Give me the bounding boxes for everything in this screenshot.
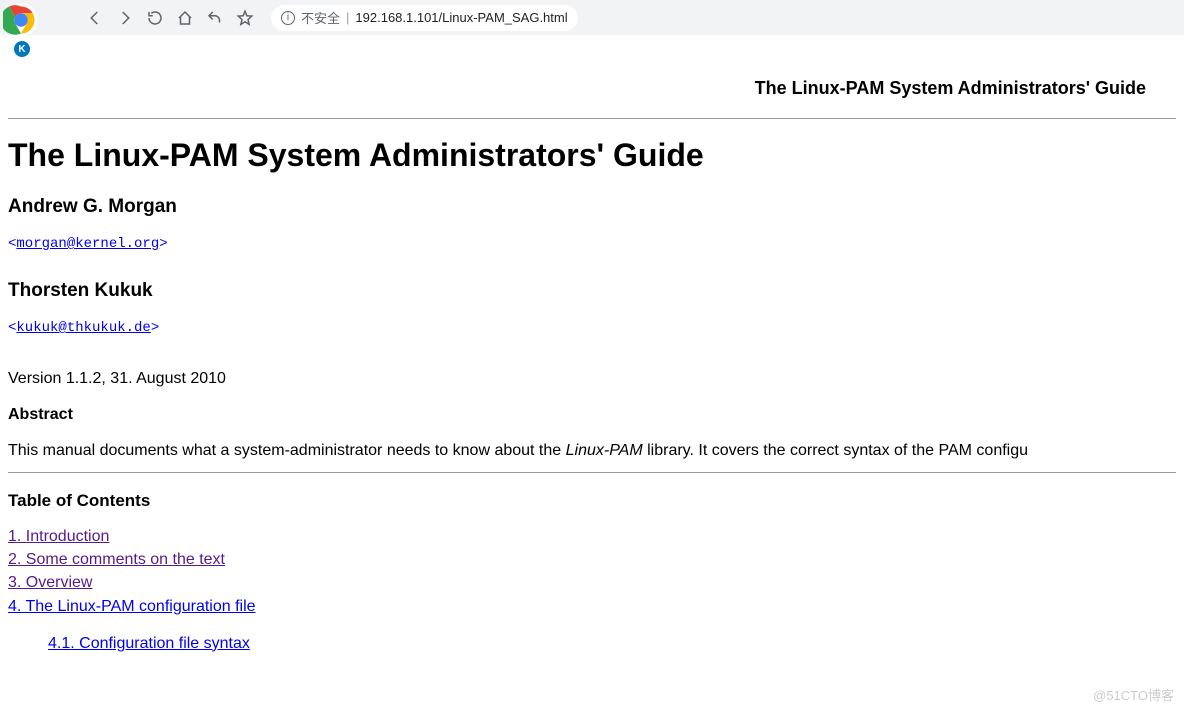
toc-list: 1. Introduction 2. Some comments on the … <box>8 525 1176 655</box>
insecure-label: 不安全 <box>301 8 340 27</box>
back-button[interactable] <box>85 8 105 28</box>
author1-email: <morgan@kernel.org> <box>8 236 168 252</box>
author1-name: Andrew G. Morgan <box>8 196 1176 218</box>
undo-button[interactable] <box>205 8 225 28</box>
bookmark-icon[interactable]: K <box>14 41 30 57</box>
divider <box>8 118 1176 119</box>
bookmarks-bar: K <box>0 35 1184 63</box>
url-text: 192.168.1.101/Linux-PAM_SAG.html <box>355 10 567 25</box>
star-button[interactable] <box>235 8 255 28</box>
toc-link-1[interactable]: 1. Introduction <box>8 528 109 545</box>
url-separator: | <box>346 10 349 25</box>
author2-name: Thorsten Kukuk <box>8 280 1176 302</box>
page-title: The Linux-PAM System Administrators' Gui… <box>8 137 1176 174</box>
chrome-logo-icon <box>3 2 35 34</box>
toc-heading: Table of Contents <box>8 491 1176 511</box>
watermark: @51CTO博客 <box>1093 685 1174 704</box>
forward-button[interactable] <box>115 8 135 28</box>
toc-link-2[interactable]: 2. Some comments on the text <box>8 551 225 568</box>
toc-link-4[interactable]: 4. The Linux-PAM configuration file <box>8 598 256 615</box>
abstract-label: Abstract <box>8 406 1176 424</box>
reload-button[interactable] <box>145 8 165 28</box>
toc-link-3[interactable]: 3. Overview <box>8 574 92 591</box>
author2-email-link[interactable]: kukuk@thkukuk.de <box>16 320 150 336</box>
author1-email-link[interactable]: morgan@kernel.org <box>16 236 159 252</box>
doc-right-header: The Linux-PAM System Administrators' Gui… <box>8 63 1176 114</box>
address-bar[interactable]: i 不安全 | 192.168.1.101/Linux-PAM_SAG.html <box>271 5 578 31</box>
divider <box>8 472 1176 473</box>
info-icon[interactable]: i <box>281 11 295 25</box>
abstract-text: This manual documents what a system-admi… <box>8 442 1176 460</box>
home-button[interactable] <box>175 8 195 28</box>
author2-email: <kukuk@thkukuk.de> <box>8 320 159 336</box>
version-text: Version 1.1.2, 31. August 2010 <box>8 370 1176 388</box>
toc-sub-link-41[interactable]: 4.1. Configuration file syntax <box>48 635 250 652</box>
